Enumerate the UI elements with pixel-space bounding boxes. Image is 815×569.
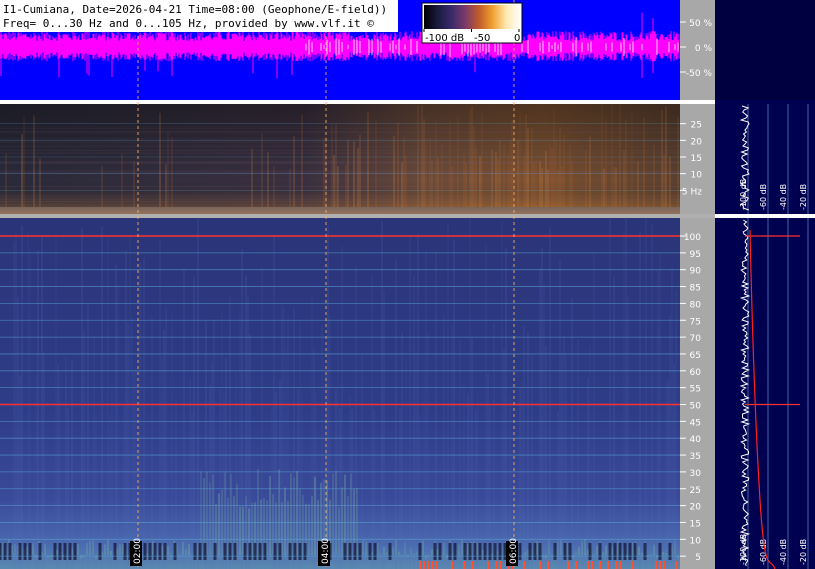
spectrum-tick-label: -60 dB: [759, 184, 768, 210]
spectrogram-high-tick-label: 70: [690, 334, 702, 344]
spectrogram-high-tick-label: 35: [690, 452, 701, 462]
spectrogram-high-tick-label: 5: [695, 553, 701, 563]
spectrogram-high-tick-label: 75: [690, 317, 701, 327]
spectrogram-low-tick-label: 25: [691, 121, 702, 131]
spectrogram-high-tick-label: 80: [690, 300, 702, 310]
panel-separator-mid: [0, 214, 715, 218]
colorbar-label-max: 0: [514, 33, 520, 44]
colorbar-gradient: [424, 5, 520, 29]
spectrum-tick-label: -40 dB: [779, 184, 788, 210]
spectrogram-high-tick-label: 90: [690, 267, 702, 277]
spectrogram-chart: 50 %0 %-50 % 252015105 Hz 10095908580757…: [0, 0, 815, 569]
waveform-tick-label: -50 %: [686, 69, 713, 79]
spectrum-tick-label: -40 dB: [779, 539, 788, 565]
spectrogram-low-tick-label: 15: [691, 154, 702, 164]
colorbar-label-mid: -50: [474, 33, 490, 44]
spectrum-high-bg: [715, 218, 815, 569]
spectrogram-high-tick-label: 40: [690, 435, 702, 445]
spectrogram-high-tick-label: 50: [690, 402, 702, 412]
spectrogram-low-shade: [0, 104, 680, 214]
spectrogram-high-tick-label: 20: [690, 503, 702, 513]
time-label: 04:00: [321, 538, 331, 564]
time-label: 02:00: [133, 538, 143, 564]
spectrum-tick-label: -20 dB: [799, 184, 808, 210]
spectrogram-low-tick-label: 10: [691, 171, 703, 181]
vlf-spectrogram-page: 50 % 0 % -50 % 25 20 15 10 5 Hz 100 95 90 85 80 75 7…: [0, 0, 815, 569]
spectrogram-high-tick-label: 55: [690, 385, 701, 395]
spectrogram-low-tick-label: 20: [691, 137, 703, 147]
waveform-tick-label: 50 %: [689, 19, 712, 29]
spectrogram-high-tick-label: 30: [690, 469, 702, 479]
header-line-2: Freq= 0...30 Hz and 0...105 Hz, provided…: [3, 17, 374, 30]
colorbar-label-min: -100 dB: [425, 33, 464, 44]
spectrogram-high-tick-label: 15: [690, 519, 701, 529]
spectrum-tick-label: -20 dB: [799, 539, 808, 565]
panel-separator-top: [0, 100, 715, 104]
spectrogram-high-tick-label: 45: [690, 418, 701, 428]
side-panel-top-dark: [715, 0, 815, 100]
header-line-1: I1-Cumiana, Date=2026-04-21 Time=08:00 (…: [3, 3, 387, 16]
time-label: 06:00: [509, 538, 519, 564]
spectrogram-high-tick-label: 60: [690, 368, 702, 378]
spectrogram-high-tick-label: 85: [690, 284, 701, 294]
waveform-tick-label: 0 %: [695, 44, 713, 54]
spectrogram-high-tick-label: 65: [690, 351, 701, 361]
spectrogram-high-tick-label: 100: [684, 233, 701, 243]
spectrogram-high-tick-label: 10: [690, 536, 702, 546]
spectrogram-high-tick-label: 25: [690, 486, 701, 496]
spectrogram-high-tick-label: 95: [690, 250, 701, 260]
spectrogram-low-tick-label: 5 Hz: [682, 187, 702, 197]
